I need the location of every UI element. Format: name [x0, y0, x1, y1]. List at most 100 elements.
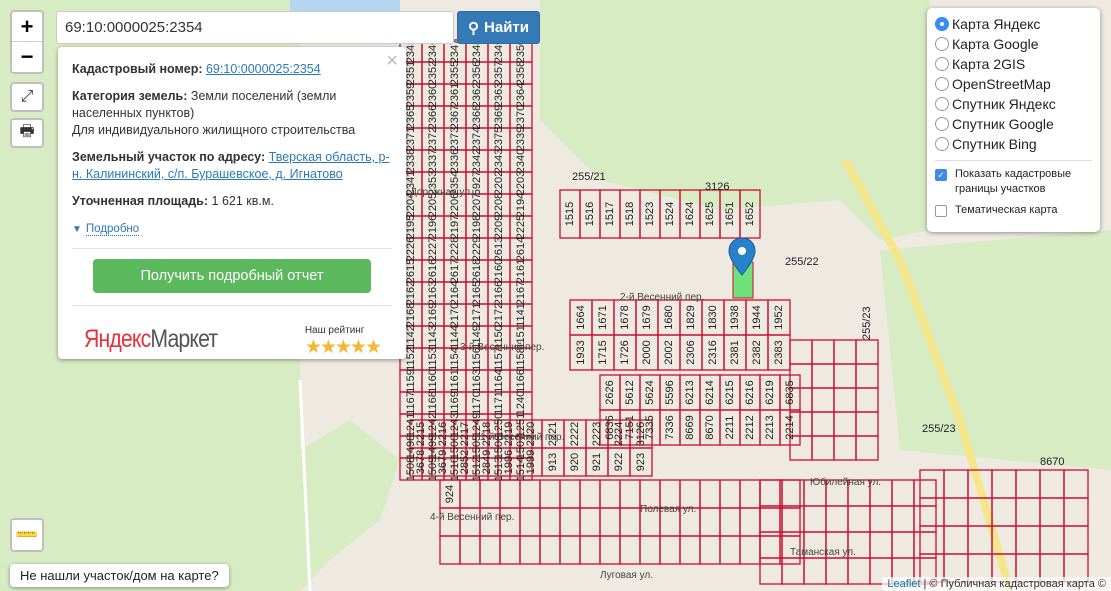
parcel-number: 2364 [515, 83, 527, 107]
divider [72, 305, 392, 306]
parcel-number: 5596 [664, 380, 676, 404]
parcel-number: 2616 [427, 259, 439, 283]
radio-icon[interactable] [935, 97, 949, 111]
parcel-number: 2196 [427, 215, 439, 239]
ruler-icon: 📏 [14, 522, 41, 549]
street-label: Дорожная ул. [410, 187, 473, 198]
parcel-number: 2203 [515, 171, 527, 195]
more-toggle[interactable]: ▼ Подробно [72, 220, 392, 238]
parcel-number: 2382 [751, 340, 763, 364]
street-label: 1-й Весенний пер. [480, 432, 564, 443]
fullscreen-button[interactable]: ⤢ [10, 82, 44, 112]
search-button-label: Найти [484, 19, 529, 36]
parcel-number: 1170 [471, 391, 483, 415]
search-button[interactable]: ⚲ Найти [457, 11, 540, 44]
parcel-number: 2197 [449, 215, 461, 239]
area-value: 1 621 кв.м. [211, 194, 274, 208]
parcel-number: 1651 [724, 202, 736, 226]
show-borders-checkbox[interactable]: ✓ Показать кадастровые границы участков [935, 167, 1092, 197]
thematic-map-checkbox[interactable]: Тематическая карта [935, 203, 1092, 218]
layer-option[interactable]: Спутник Google [935, 114, 1092, 134]
parcel-number: 3678 [415, 450, 427, 474]
zoom-out-button[interactable]: − [12, 42, 42, 72]
radio-icon[interactable] [935, 77, 949, 91]
layer-option-label: Спутник Google [952, 116, 1054, 132]
leaflet-link[interactable]: Leaflet [887, 578, 920, 590]
parcel-number: 913 [547, 453, 559, 471]
parcel-number: 2194 [515, 193, 527, 217]
radio-icon[interactable] [935, 57, 949, 71]
parcel-number: 2316 [707, 340, 719, 364]
street-label: 3-й Весенний пер. [460, 342, 544, 353]
parcel-number: 1166 [515, 369, 527, 393]
rating-stars: ★★★★★ [304, 337, 382, 358]
radio-icon[interactable] [935, 117, 949, 131]
cadastral-link[interactable]: 69:10:0000025:2354 [206, 62, 321, 76]
parcel-number: 2211 [724, 416, 736, 440]
parcel-number: 923 [635, 453, 647, 471]
parcel-number: 2216 [437, 422, 449, 446]
parcel-number: 2618 [471, 259, 483, 283]
parcel-number: 2171 [471, 303, 483, 327]
yandex-market-banner[interactable]: ЯндексМаркет Наш рейтинг ★★★★★ [72, 316, 392, 358]
layer-option[interactable]: Карта Google [935, 34, 1092, 54]
layer-option[interactable]: Карта 2GIS [935, 54, 1092, 74]
get-report-button[interactable]: Получить подробный отчет [93, 259, 371, 293]
print-button[interactable]: 🖶 [10, 118, 44, 148]
parcel-number: 1523 [644, 202, 656, 226]
area-label: 255/21 [572, 171, 606, 183]
attribution-text: | © Публичная кадастровая карта © [923, 578, 1106, 590]
parcel-number: 8669 [684, 415, 696, 439]
parcel-number: 2214 [784, 415, 796, 439]
divider [72, 248, 392, 249]
street-label: Луговая ул. [600, 570, 653, 581]
parcel-number: 2002 [663, 340, 675, 364]
parcel-number: 2358 [515, 61, 527, 85]
parcel-number: 2372 [427, 127, 439, 151]
parcel-number: 2172 [493, 303, 505, 327]
parcel-number: 2381 [729, 340, 741, 364]
parcel-number: 1938 [729, 305, 741, 329]
parcel-number: 6215 [724, 380, 736, 404]
parcel-number: 1944 [751, 305, 763, 329]
more-link[interactable]: Подробно [85, 223, 140, 236]
parcel-number: 2160 [493, 259, 505, 283]
layer-option[interactable]: Спутник Яндекс [935, 94, 1092, 114]
radio-icon[interactable] [935, 37, 949, 51]
measure-button[interactable]: 📏 [10, 518, 44, 552]
layer-option[interactable]: Карта Яндекс [935, 14, 1092, 34]
parcel-number: 2167 [515, 281, 527, 305]
parcel-number: 2339 [515, 127, 527, 151]
parcel-number: 1164 [493, 369, 505, 393]
parcel-number: 1664 [575, 305, 587, 329]
parcel-number: 2229 [471, 237, 483, 261]
zoom-in-button[interactable]: + [12, 12, 42, 42]
parcel-number: 2363 [493, 83, 505, 107]
layer-option[interactable]: OpenStreetMap [935, 74, 1092, 94]
parcel-number: 2374 [471, 127, 483, 151]
not-found-button[interactable]: Не нашли участок/дом на карте? [10, 564, 229, 587]
parcel-number: 2212 [744, 415, 756, 439]
parcel-number: 1153 [427, 347, 439, 371]
layer-option-label: Спутник Bing [952, 136, 1037, 152]
parcel-number: 2362 [471, 83, 483, 107]
parcel-number: 1171 [493, 391, 505, 415]
parcel-number: 2336 [449, 149, 461, 173]
parcel-number: 1933 [575, 340, 587, 364]
parcel-number: 2195 [405, 215, 417, 239]
usage-value: Для индивидуального жилищного строительс… [72, 123, 356, 137]
attribution: Leaflet | © Публичная кадастровая карта … [882, 577, 1111, 591]
parcel-number: 2306 [685, 340, 697, 364]
parcel-number: 2198 [471, 215, 483, 239]
parcel-number: 1726 [619, 340, 631, 364]
parcel-number: 2355 [449, 61, 461, 85]
parcel-number: 6213 [684, 380, 696, 404]
radio-icon[interactable] [935, 137, 949, 151]
layer-option[interactable]: Спутник Bing [935, 134, 1092, 154]
parcel-number: 1141 [515, 303, 527, 327]
parcel-number: 7336 [664, 415, 676, 439]
radio-icon[interactable] [935, 17, 949, 31]
search-input[interactable] [56, 11, 454, 44]
parcel-number: 2367 [449, 105, 461, 129]
close-icon[interactable]: × [386, 51, 398, 71]
